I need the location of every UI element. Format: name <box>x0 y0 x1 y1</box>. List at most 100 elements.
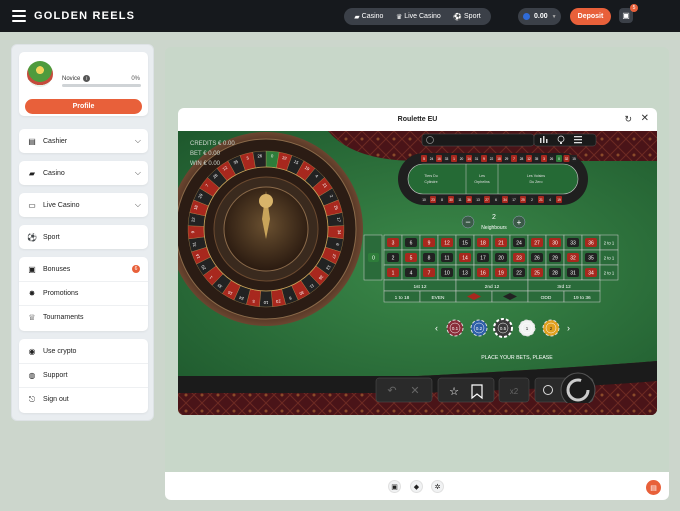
nav-casino[interactable]: ▰ Casino <box>354 13 383 21</box>
menu-item-use-crypto[interactable]: ◉ Use crypto <box>19 339 148 363</box>
number-label: 24 <box>516 241 522 247</box>
favorites-group <box>437 377 495 403</box>
dozen-label: 3rd 12 <box>557 284 571 290</box>
menu-icon[interactable] <box>12 10 26 22</box>
chevron-down-icon: ⌵ <box>134 200 141 209</box>
profile-button[interactable]: Profile <box>25 99 142 114</box>
number-label: 25 <box>534 271 540 277</box>
roulette-canvas[interactable]: Tiers Du Cylindre Les Orphelins Les Vois… <box>178 131 657 415</box>
nav-sport[interactable]: ⚽ Sport <box>453 13 480 21</box>
racetrack-label-tiers-2[interactable]: Cylindre <box>424 180 437 184</box>
menu-item-cashier[interactable]: ▤ Cashier ⌵ <box>19 129 148 153</box>
racetrack-number: 4 <box>549 198 551 202</box>
gift-badge: 5 <box>630 4 638 12</box>
minus-icon: − <box>465 217 470 227</box>
racetrack-label-orphelins-2[interactable]: Orphelins <box>474 180 490 184</box>
menu-item-sign-out[interactable]: ⎋ Sign out <box>19 387 148 411</box>
number-label: 1 <box>392 271 395 277</box>
live-casino-icon: ♛ <box>395 13 403 21</box>
rank-progress-bar <box>62 84 141 87</box>
game-status: PLACE YOUR BETS, PLEASE <box>481 355 553 361</box>
menu-item-sport[interactable]: ⚽ Sport <box>19 225 148 249</box>
column-label: 2 to 1 <box>604 241 615 246</box>
spin-button[interactable] <box>560 372 596 408</box>
outside-label: ODD <box>541 295 552 301</box>
game-title: Roulette EU <box>397 116 438 123</box>
menu-label-sign-out: Sign out <box>43 396 69 403</box>
clear-bets-icon[interactable]: ✕ <box>410 384 419 397</box>
number-label: 18 <box>480 241 486 247</box>
refresh-icon[interactable]: ↻ <box>624 114 632 125</box>
racetrack-number: 9 <box>483 157 485 161</box>
chips-next-icon[interactable]: › <box>567 323 570 333</box>
number-label: 11 <box>444 256 449 262</box>
chat-icon[interactable]: ▤ <box>646 480 661 495</box>
menu-label-bonuses: Bonuses <box>43 265 71 273</box>
progress-percent: 0% <box>131 76 140 82</box>
menu-icon[interactable] <box>574 136 582 144</box>
number-label: 21 <box>498 241 504 247</box>
settings-icon[interactable]: ✲ <box>431 480 444 493</box>
racetrack-label-voisins[interactable]: Les Voisins <box>527 174 545 178</box>
rank: Novice i <box>62 75 91 82</box>
number-label: 33 <box>570 241 576 247</box>
gift-icon[interactable]: ▣ <box>388 480 401 493</box>
info-icon[interactable]: i <box>83 75 91 82</box>
racetrack-label-orphelins[interactable]: Les <box>479 174 485 178</box>
ticket-icon[interactable]: ◆ <box>410 480 423 493</box>
number-label: 9 <box>428 241 431 247</box>
balance-widget[interactable]: 0.00 ▼ <box>518 8 561 25</box>
nav-live-casino[interactable]: ♛ Live Casino <box>396 13 441 21</box>
number-label: 19 <box>498 271 504 277</box>
racetrack-label-tiers[interactable]: Tiers Du <box>424 174 437 178</box>
racetrack-number: 35 <box>535 157 539 161</box>
menu-item-promotions[interactable]: ✸ Promotions <box>19 281 148 305</box>
number-label: 29 <box>552 256 558 262</box>
menu-item-support[interactable]: ◍ Support <box>19 363 148 387</box>
deposit-button[interactable]: Deposit <box>570 8 611 25</box>
number-label: 4 <box>410 271 413 277</box>
racetrack-number: 16 <box>437 157 441 161</box>
promotions-icon: ✸ <box>28 289 36 298</box>
avatar[interactable] <box>27 61 53 87</box>
dozen-label: 2nd 12 <box>485 284 500 290</box>
wheel-turret-top <box>259 194 273 208</box>
racetrack-number: 27 <box>485 198 489 202</box>
racetrack-number: 24 <box>430 157 434 161</box>
racetrack-number: 28 <box>520 157 524 161</box>
number-label: 2 <box>392 256 395 262</box>
menu-label-tournaments: Tournaments <box>43 314 84 321</box>
outside-label: 1 to 18 <box>395 295 410 301</box>
racetrack-number: 32 <box>565 157 569 161</box>
racetrack-number: 11 <box>458 198 462 202</box>
close-icon[interactable]: ✕ <box>641 113 649 124</box>
racetrack-number: 13 <box>476 198 480 202</box>
number-label: 26 <box>534 256 540 262</box>
profile-card: Novice i 0% Profile <box>19 52 148 116</box>
number-label: 28 <box>552 271 558 277</box>
site-logo[interactable]: GOLDEN REELS <box>34 10 135 22</box>
number-label: 35 <box>588 256 594 262</box>
menu-label-live-casino: Live Casino <box>43 201 80 209</box>
number-label: 16 <box>480 271 486 277</box>
menu-item-bonuses[interactable]: ▣ Bonuses 6 <box>19 257 148 281</box>
number-label: 31 <box>570 271 576 277</box>
game-toolbar <box>421 133 535 147</box>
sport-icon: ⚽ <box>453 13 463 21</box>
betting-grid[interactable]: 03 6 9 12 15 18 21 24 27 30 33 36 2 to 12 5 8 11 14 17 20 2… <box>363 234 619 303</box>
column-label: 2 to 1 <box>604 271 615 276</box>
outside-label: EVEN <box>431 295 445 301</box>
racetrack-label-voisins-2[interactable]: Du Zero <box>530 180 543 184</box>
undo-icon[interactable]: ↶ <box>387 384 396 397</box>
chip-label: 0.1 <box>452 326 459 331</box>
number-label: 30 <box>552 241 558 247</box>
menu-item-tournaments[interactable]: ♕ Tournaments <box>19 305 148 329</box>
chips-prev-icon[interactable]: ‹ <box>435 323 438 333</box>
misc-group: ◉ Use crypto ◍ Support ⎋ Sign out <box>19 339 148 413</box>
menu-item-casino[interactable]: ▰ Casino ⌵ <box>19 161 148 185</box>
euro-coin-icon <box>523 13 530 20</box>
roulette-game[interactable]: Tiers Du Cylindre Les Orphelins Les Vois… <box>178 131 657 415</box>
favorite-star-icon[interactable]: ☆ <box>449 385 459 398</box>
menu-item-live-casino[interactable]: ▭ Live Casino ⌵ <box>19 193 148 217</box>
menu-label-use-crypto: Use crypto <box>43 347 77 355</box>
